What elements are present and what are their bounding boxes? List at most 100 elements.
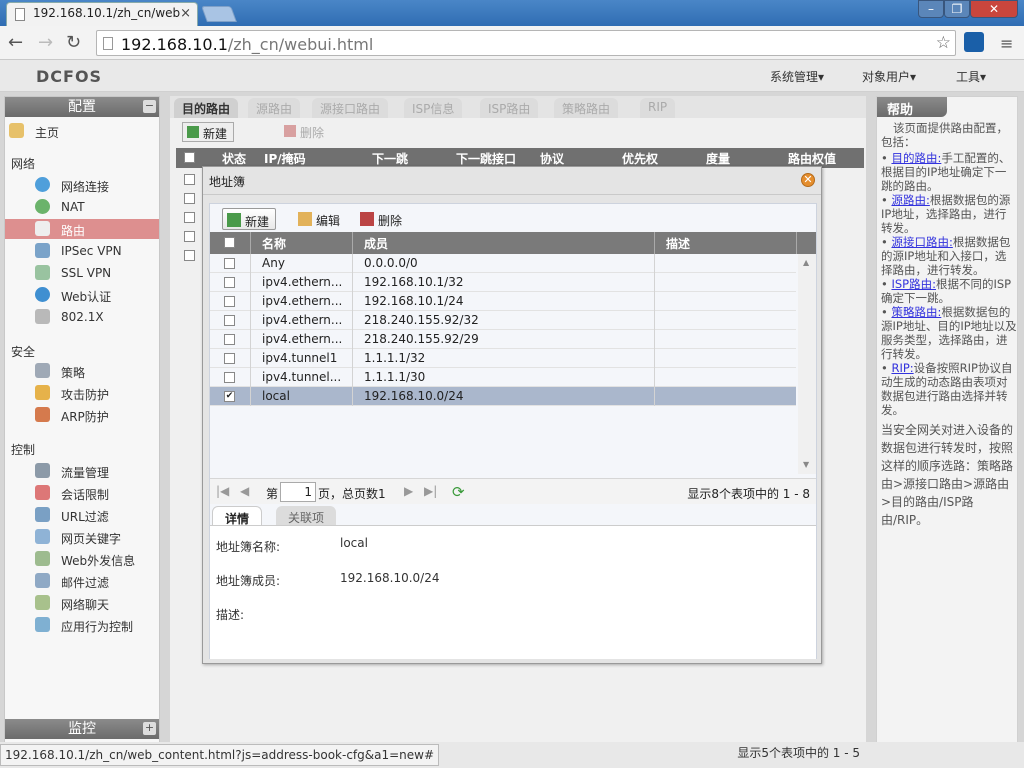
sidebar-item-network-connection[interactable]: 网络连接 [5,175,159,195]
table-row[interactable]: ipv4.tunnel1 1.1.1.1/32 [210,349,796,368]
url-host: 192.168.10.1 [121,35,228,54]
sidebar-item-mail-filter[interactable]: 邮件过滤 [5,571,159,591]
sidebar-item-ipsec-vpn[interactable]: IPSec VPN [5,241,159,261]
monitor-title: 监控 [68,721,96,737]
sidebar-item-app-control[interactable]: 应用行为控制 [5,615,159,635]
close-icon[interactable]: ✕ [801,173,815,187]
bookmark-star-icon[interactable]: ☆ [936,33,951,53]
dialog-title: 地址簿 [209,175,246,189]
sidebar-item-session-limit[interactable]: 会话限制 [5,483,159,503]
sidebar-item-home[interactable]: 主页 [5,121,159,141]
row-checkbox[interactable] [224,353,235,364]
table-row[interactable]: ipv4.tunnel... 1.1.1.1/30 [210,368,796,387]
route-delete-button[interactable]: 删除 [280,122,330,142]
tab-isp-info[interactable]: ISP信息 [404,98,463,118]
tab-policy-route[interactable]: 策略路由 [554,98,619,118]
sidebar-item-keyword[interactable]: 网页关键字 [5,527,159,547]
close-window-button[interactable]: ✕ [970,0,1018,18]
tab-source-route[interactable]: 源路由 [248,98,301,118]
sidebar-item-8021x[interactable]: 802.1X [5,307,159,327]
expand-icon[interactable]: + [143,722,156,735]
menu-system[interactable]: 系统管理▾ [770,68,824,85]
col-metric: 度量 [706,152,731,166]
row-checkbox[interactable] [184,250,195,261]
reload-icon[interactable]: ↻ [66,32,81,53]
forward-icon[interactable]: → [38,32,53,53]
sidebar-item-policy[interactable]: 策略 [5,361,159,381]
browser-tab[interactable]: 192.168.10.1/zh_cn/web × [6,2,198,26]
tab-isp-route[interactable]: ISP路由 [480,98,539,118]
row-checkbox[interactable] [184,212,195,223]
last-page-icon[interactable]: ▶| [424,484,437,498]
help-link-policy-route[interactable]: 策略路由: [891,305,941,319]
sidebar-item-chat[interactable]: 网络聊天 [5,593,159,613]
close-tab-icon[interactable]: × [180,6,191,21]
sidebar-item-route[interactable]: 路由 [5,219,159,239]
row-checkbox[interactable] [224,258,235,269]
prev-page-icon[interactable]: ◀ [240,484,249,498]
table-row[interactable]: ipv4.ethern... 218.240.155.92/32 [210,311,796,330]
sidebar-item-nat[interactable]: NAT [5,197,159,217]
help-link-rip[interactable]: RIP: [891,361,913,375]
menu-tools[interactable]: 工具▾ [956,68,986,85]
new-tab-button[interactable] [201,6,237,22]
table-row-selected[interactable]: ✔ local 192.168.10.0/24 [210,387,796,406]
back-icon[interactable]: ← [8,32,23,53]
tab-related[interactable]: 关联项 [276,506,337,526]
edit-button[interactable]: 编辑 [294,208,346,230]
help-link-source-route[interactable]: 源路由: [891,193,929,207]
help-link-dest-route[interactable]: 目的路由: [891,151,941,165]
menu-icon[interactable]: ≡ [1000,34,1013,53]
scroll-up-icon[interactable]: ▲ [803,258,809,267]
select-all-checkbox[interactable] [224,237,235,248]
address-bar[interactable]: 192.168.10.1/zh_cn/webui.html ☆ [96,30,956,56]
extension-icon[interactable] [964,32,984,52]
monitor-header[interactable]: 监控 + [5,719,159,739]
delete-button[interactable]: 删除 [356,208,408,230]
scroll-down-icon[interactable]: ▼ [803,460,809,469]
table-row[interactable]: Any 0.0.0.0/0 [210,254,796,273]
tab-dest-route[interactable]: 目的路由 [174,98,239,118]
next-page-icon[interactable]: ▶ [404,484,413,498]
row-checkbox[interactable] [224,334,235,345]
globe-icon [35,177,50,192]
sidebar-item-web-outbound[interactable]: Web外发信息 [5,549,159,569]
row-checkbox[interactable] [224,277,235,288]
maximize-button[interactable]: ❐ [944,0,970,18]
help-link-isp-route[interactable]: ISP路由: [891,277,936,291]
outbound-icon [35,551,50,566]
row-checkbox[interactable] [184,193,195,204]
sidebar-item-arp-protection[interactable]: ARP防护 [5,405,159,425]
menu-objects[interactable]: 对象用户▾ [862,68,916,85]
tab-detail[interactable]: 详情 [212,506,263,526]
sidebar-item-attack-protection[interactable]: 攻击防护 [5,383,159,403]
route-new-button[interactable]: 新建 [182,122,235,142]
table-row[interactable]: ipv4.ethern... 192.168.10.1/32 [210,273,796,292]
sidebar-item-traffic[interactable]: 流量管理 [5,461,159,481]
tab-rip[interactable]: RIP [640,98,676,118]
help-link-source-if-route[interactable]: 源接口路由: [891,235,952,249]
row-checkbox[interactable] [184,174,195,185]
first-page-icon[interactable]: |◀ [216,484,229,498]
row-checkbox[interactable] [224,372,235,383]
refresh-icon[interactable]: ⟳ [452,483,465,501]
sidebar-item-web-auth[interactable]: Web认证 [5,285,159,305]
page-input[interactable]: 1 [280,482,316,502]
row-checkbox[interactable] [224,296,235,307]
trash-icon [360,212,374,226]
page-suffix: 页，总页数1 [318,487,386,501]
row-checkbox[interactable] [224,315,235,326]
collapse-icon[interactable]: − [143,100,156,113]
select-all-checkbox[interactable] [184,152,195,163]
new-button[interactable]: 新建 [222,208,277,230]
minimize-button[interactable]: – [918,0,944,18]
row-checkbox[interactable] [184,231,195,242]
sidebar-item-ssl-vpn[interactable]: SSL VPN [5,263,159,283]
sidebar-item-url-filter[interactable]: URL过滤 [5,505,159,525]
auth-icon [35,309,50,324]
row-checkbox-checked[interactable]: ✔ [224,391,235,402]
tab-source-if-route[interactable]: 源接口路由 [312,98,389,118]
table-row[interactable]: ipv4.ethern... 192.168.10.1/24 [210,292,796,311]
table-row[interactable]: ipv4.ethern... 218.240.155.92/29 [210,330,796,349]
grid-scrollbar[interactable]: ▲ ▼ [798,254,816,474]
